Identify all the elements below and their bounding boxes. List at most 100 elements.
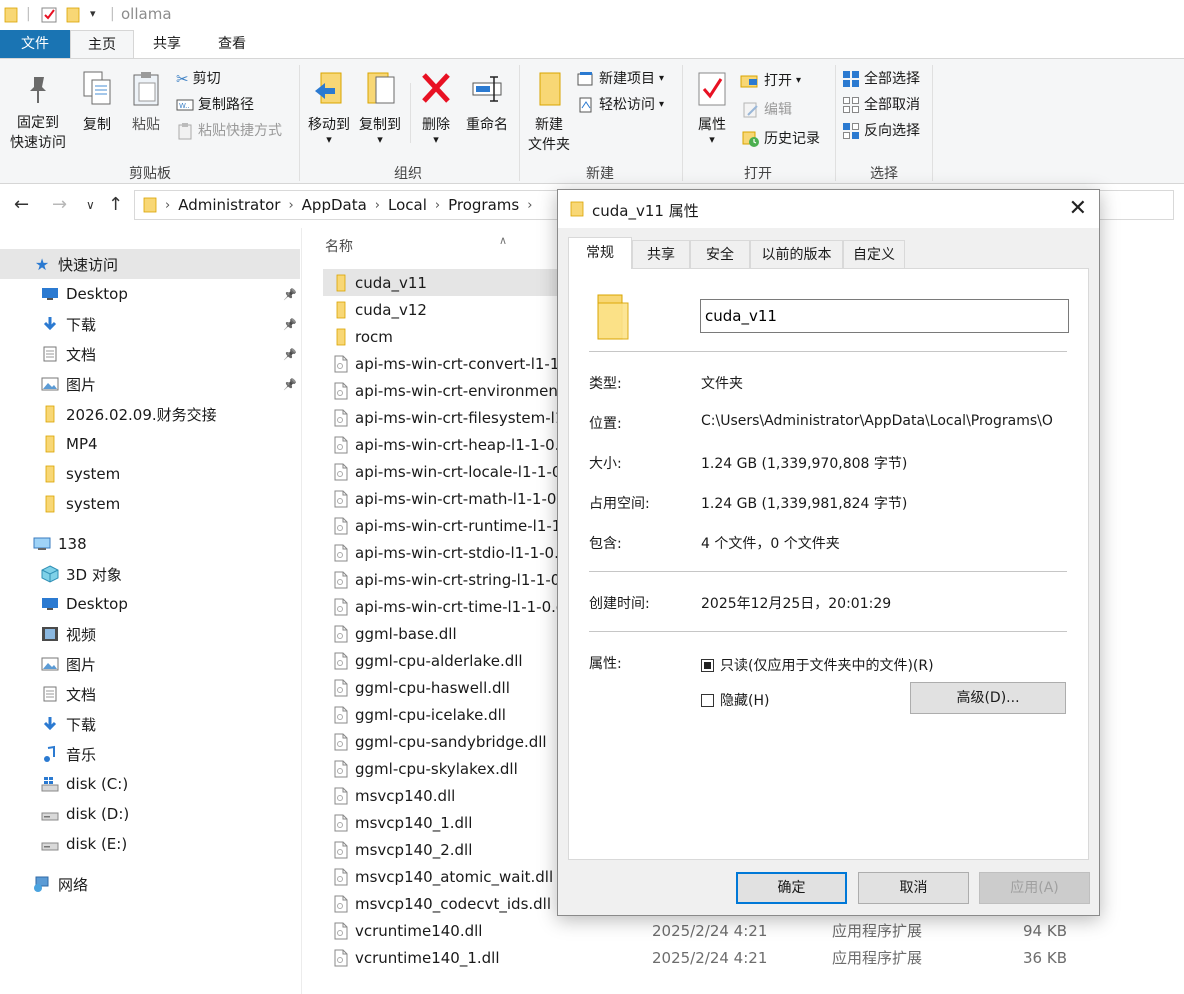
sidebar-item[interactable]: 文档	[0, 679, 300, 709]
delete-button[interactable]: 删除 ▾	[414, 69, 458, 145]
move-to-button[interactable]: 移动到 ▾	[303, 69, 355, 145]
file-name: api-ms-win-crt-heap-l1-1-0.d	[355, 435, 565, 454]
breadcrumb-separator-icon: ›	[165, 197, 171, 213]
tab-share[interactable]: 共享	[138, 30, 196, 58]
new-folder-button[interactable]: 新建 文件夹	[522, 69, 576, 155]
breadcrumb-administrator[interactable]: Administrator	[178, 196, 280, 214]
select-none-button[interactable]: 全部取消	[842, 93, 920, 117]
cancel-button[interactable]: 取消	[858, 872, 969, 904]
ribbon-separator	[299, 65, 300, 181]
sidebar-item[interactable]: 图片	[0, 649, 300, 679]
qat-dropdown-icon[interactable]: ▾	[90, 7, 96, 20]
pin-quick-access-button[interactable]: 固定到 快速访问	[6, 73, 70, 153]
apply-button[interactable]: 应用(A)	[979, 872, 1090, 904]
new-folder-icon[interactable]	[66, 7, 80, 23]
sidebar-item[interactable]: 2026.02.09.财务交接	[0, 399, 300, 429]
open-button[interactable]: 打开 ▾	[740, 69, 801, 93]
download-icon	[43, 717, 57, 731]
properties-button[interactable]: 属性 ▾	[690, 69, 734, 145]
copy-to-button[interactable]: 复制到 ▾	[354, 69, 406, 145]
column-header-name[interactable]: 名称 ∧	[325, 234, 507, 256]
easy-access-button[interactable]: 轻松访问 ▾	[577, 93, 664, 117]
paste-button[interactable]: 粘贴	[124, 69, 168, 135]
tab-file[interactable]: 文件	[0, 30, 70, 58]
drive-icon	[41, 842, 59, 851]
sidebar-item[interactable]: disk (C:)	[0, 769, 300, 799]
sort-ascending-icon: ∧	[499, 234, 508, 247]
file-icon-wrapper	[331, 463, 351, 481]
nav-network[interactable]: 网络	[0, 869, 300, 899]
ok-button[interactable]: 确定	[736, 872, 847, 904]
history-button[interactable]: 历史记录	[742, 127, 820, 151]
folder-name-input[interactable]	[700, 299, 1069, 333]
sidebar-item[interactable]: 下载	[0, 709, 300, 739]
cut-button[interactable]: ✂ 剪切	[176, 67, 221, 91]
dialog-tab-customize[interactable]: 自定义	[843, 240, 905, 268]
file-icon	[334, 355, 348, 372]
up-arrow-icon[interactable]: ↑	[108, 194, 123, 215]
edit-button[interactable]: 编辑	[742, 98, 792, 122]
created-label: 创建时间:	[589, 596, 650, 612]
computer-icon	[33, 537, 51, 550]
copy-button[interactable]: 复制	[74, 69, 120, 135]
ribbon-separator	[932, 65, 933, 181]
sidebar-item[interactable]: 下载 📌	[0, 309, 300, 339]
file-name: api-ms-win-crt-time-l1-1-0.d	[355, 597, 565, 616]
sidebar-item[interactable]: Desktop	[0, 589, 300, 619]
dialog-tab-security[interactable]: 安全	[690, 240, 750, 268]
invert-selection-button[interactable]: 反向选择	[842, 119, 920, 143]
file-date: 2025/2/24 4:21	[652, 921, 768, 940]
sidebar-item[interactable]: 3D 对象	[0, 559, 300, 589]
recent-locations-chevron-icon[interactable]: ∨	[86, 198, 95, 212]
sidebar-item[interactable]: 文档 📌	[0, 339, 300, 369]
sidebar-item[interactable]: 图片 📌	[0, 369, 300, 399]
folder-icon	[45, 405, 55, 423]
sidebar-item[interactable]: 视频	[0, 619, 300, 649]
dialog-tab-general[interactable]: 常规	[568, 237, 632, 269]
sidebar-item[interactable]: MP4	[0, 429, 300, 459]
file-icon-wrapper	[331, 517, 351, 535]
forward-arrow-icon[interactable]: →	[52, 194, 67, 215]
windows-drive-icon-wrapper	[40, 775, 60, 793]
tab-view[interactable]: 查看	[203, 30, 261, 58]
select-all-button[interactable]: 全部选择	[842, 67, 920, 91]
file-icon	[334, 787, 348, 804]
move-to-icon	[315, 72, 342, 104]
file-row[interactable]: vcruntime140_1.dll 2025/2/24 4:21 应用程序扩展 36…	[323, 944, 1183, 971]
sidebar-item[interactable]: disk (D:)	[0, 799, 300, 829]
sidebar-item[interactable]: Desktop 📌	[0, 279, 300, 309]
divider	[589, 571, 1067, 572]
copy-path-button[interactable]: W.. 复制路径	[176, 93, 254, 117]
folder-icon-wrapper	[40, 495, 60, 513]
close-icon[interactable]: ✕	[1069, 196, 1087, 221]
sidebar-item[interactable]: disk (E:)	[0, 829, 300, 859]
dialog-tab-previous-versions[interactable]: 以前的版本	[750, 240, 843, 268]
sidebar-item-label: 3D 对象	[66, 565, 122, 584]
sidebar-item-label: disk (D:)	[66, 805, 130, 823]
rename-button[interactable]: 重命名	[460, 69, 514, 135]
sidebar-item[interactable]: system	[0, 459, 300, 489]
nav-quick-access[interactable]: ★ 快速访问	[0, 249, 300, 279]
file-icon	[334, 625, 348, 642]
file-row[interactable]: vcruntime140.dll 2025/2/24 4:21 应用程序扩展 94 K…	[323, 917, 1183, 944]
properties-check-icon[interactable]	[40, 6, 58, 24]
sidebar-item-label: system	[66, 465, 121, 483]
file-row[interactable]: cuda_v11	[323, 269, 559, 296]
file-icon-wrapper	[331, 625, 351, 643]
advanced-button[interactable]: 高级(D)...	[910, 682, 1066, 714]
type-label: 类型:	[589, 376, 622, 392]
breadcrumb-programs[interactable]: Programs	[448, 196, 519, 214]
tab-home[interactable]: 主页	[70, 30, 134, 59]
sidebar-item[interactable]: 音乐	[0, 739, 300, 769]
breadcrumb-local[interactable]: Local	[388, 196, 427, 214]
dialog-tab-sharing[interactable]: 共享	[632, 240, 690, 268]
breadcrumb-separator-icon: ›	[434, 197, 441, 213]
sidebar-item[interactable]: system	[0, 489, 300, 519]
back-arrow-icon[interactable]: ←	[14, 194, 29, 215]
readonly-checkbox[interactable]: 只读(仅应用于文件夹中的文件)(R)	[701, 655, 934, 675]
hidden-checkbox[interactable]: 隐藏(H)	[701, 690, 769, 710]
new-item-button[interactable]: 新建项目 ▾	[577, 67, 664, 91]
paste-shortcut-button[interactable]: 粘贴快捷方式	[176, 119, 282, 143]
nav-this-pc[interactable]: 138	[0, 529, 300, 559]
breadcrumb-appdata[interactable]: AppData	[302, 196, 367, 214]
